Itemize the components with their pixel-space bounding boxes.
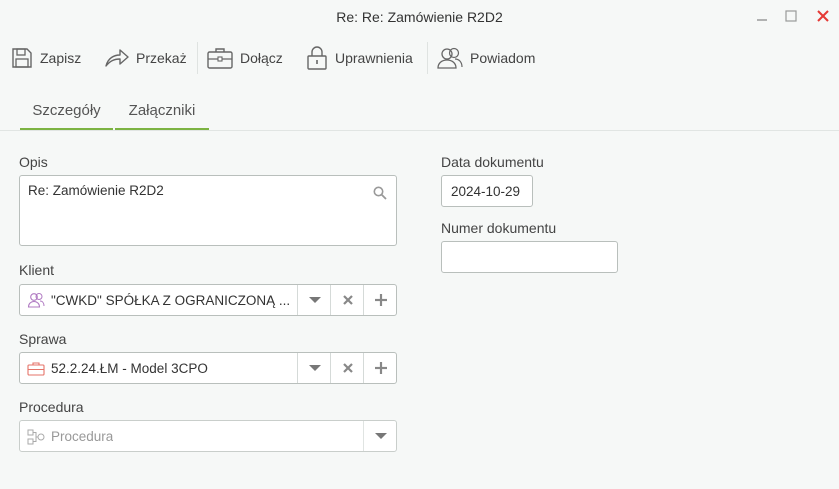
client-icon	[27, 292, 45, 313]
numer-dokumentu-label: Numer dokumentu	[441, 220, 557, 236]
plus-icon	[374, 362, 387, 374]
data-dokumentu-value: 2024-10-29	[451, 184, 521, 199]
tab-label: Szczegóły	[32, 101, 101, 119]
users-icon	[436, 46, 464, 70]
klient-value: "CWKD" SPÓŁKA Z OGRANICZONĄ ...	[51, 293, 291, 308]
forward-label: Przekaż	[136, 50, 187, 66]
sprawa-add-button[interactable]	[363, 353, 397, 383]
data-dokumentu-label: Data dokumentu	[441, 154, 544, 170]
lock-icon	[305, 45, 329, 71]
case-icon	[27, 361, 45, 381]
briefcase-icon	[206, 46, 234, 70]
clear-icon	[342, 363, 353, 373]
plus-icon	[374, 294, 387, 306]
save-label: Zapisz	[40, 50, 82, 66]
search-icon[interactable]	[373, 186, 387, 205]
save-button[interactable]: Zapisz	[10, 40, 81, 76]
klient-clear-button[interactable]	[330, 285, 364, 315]
opis-label: Opis	[19, 154, 48, 170]
procedura-dropdown-button[interactable]	[363, 421, 397, 451]
forward-icon	[104, 46, 130, 70]
attach-button[interactable]: Dołącz	[206, 40, 283, 76]
title-bar: Re: Re: Zamówienie R2D2	[0, 0, 839, 34]
save-icon	[10, 46, 34, 70]
sprawa-clear-button[interactable]	[330, 353, 364, 383]
notify-button[interactable]: Powiadom	[436, 40, 535, 76]
permissions-label: Uprawnienia	[335, 50, 413, 66]
forward-button[interactable]: Przekaż	[104, 40, 187, 76]
minimize-icon[interactable]	[752, 6, 772, 26]
window-title: Re: Re: Zamówienie R2D2	[336, 9, 503, 25]
tab-bar: Szczegóły Załączniki	[0, 92, 839, 131]
numer-dokumentu-input[interactable]	[441, 241, 618, 273]
notify-label: Powiadom	[470, 50, 536, 66]
toolbar: Zapisz Przekaż Dołącz Uprawnienia Powiad…	[0, 40, 839, 76]
tab-label: Załączniki	[128, 101, 196, 119]
chevron-down-icon	[308, 297, 321, 303]
close-icon[interactable]	[813, 6, 833, 26]
sprawa-label: Sprawa	[19, 331, 67, 347]
procedura-select[interactable]: Procedura	[19, 420, 397, 452]
opis-value: Re: Zamówienie R2D2	[28, 183, 164, 198]
clear-icon	[342, 295, 353, 305]
klient-label: Klient	[19, 262, 55, 278]
procedure-icon	[27, 429, 45, 450]
procedura-placeholder: Procedura	[51, 429, 114, 444]
toolbar-divider	[427, 42, 428, 74]
tab-szczegoly[interactable]: Szczegóły	[20, 92, 113, 130]
procedura-label: Procedura	[19, 399, 84, 415]
sprawa-dropdown-button[interactable]	[297, 353, 331, 383]
chevron-down-icon	[308, 365, 321, 371]
klient-dropdown-button[interactable]	[297, 285, 331, 315]
chevron-down-icon	[374, 433, 387, 439]
attach-label: Dołącz	[240, 50, 283, 66]
maximize-icon[interactable]	[781, 6, 801, 26]
klient-add-button[interactable]	[363, 285, 397, 315]
permissions-button[interactable]: Uprawnienia	[305, 40, 413, 76]
sprawa-select[interactable]: 52.2.24.ŁM - Model 3CPO	[19, 352, 397, 384]
opis-textarea[interactable]: Re: Zamówienie R2D2	[19, 175, 397, 246]
klient-select[interactable]: "CWKD" SPÓŁKA Z OGRANICZONĄ ...	[19, 284, 397, 316]
toolbar-divider	[197, 42, 198, 74]
tab-zalaczniki[interactable]: Załączniki	[115, 92, 209, 130]
data-dokumentu-input[interactable]: 2024-10-29	[441, 175, 533, 207]
sprawa-value: 52.2.24.ŁM - Model 3CPO	[51, 361, 208, 376]
